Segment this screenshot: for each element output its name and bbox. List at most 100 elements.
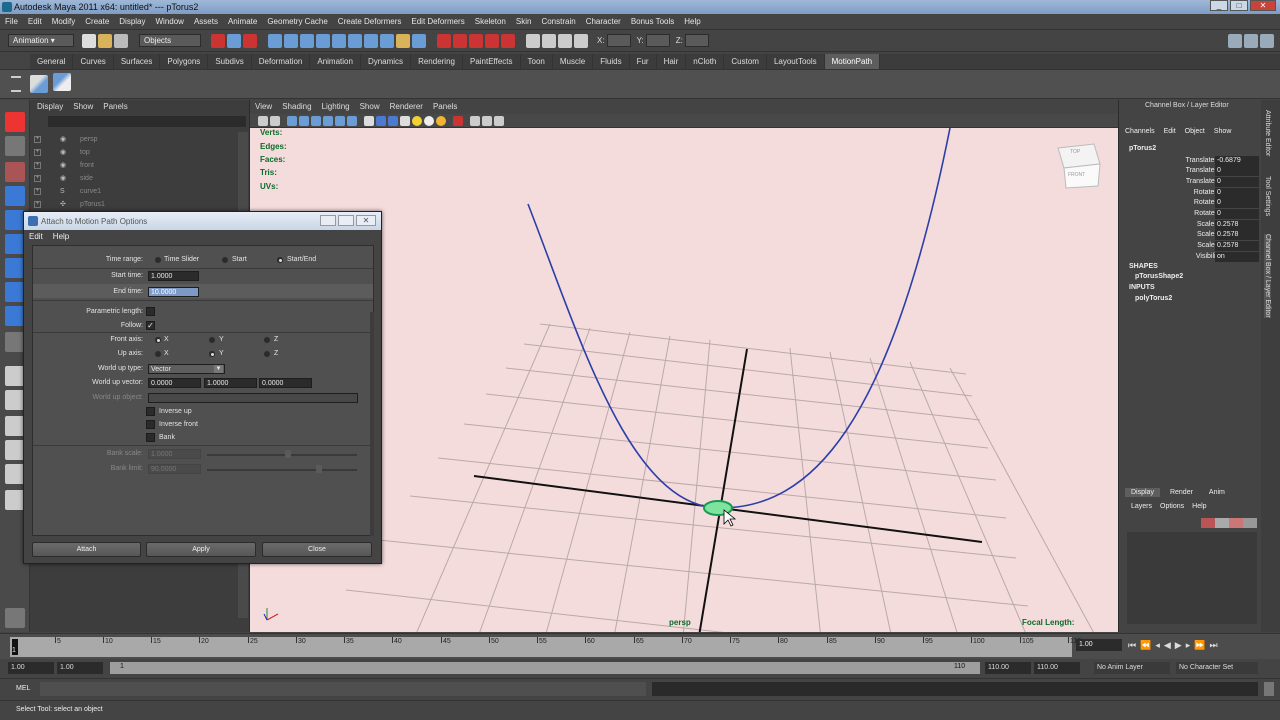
attr-translate-z-value[interactable]: 0 (1215, 177, 1259, 187)
shelf-tab-general[interactable]: General (30, 54, 74, 69)
shelf-tab-fluids[interactable]: Fluids (593, 54, 630, 69)
shelf-tab-toon[interactable]: Toon (521, 54, 553, 69)
outliner-item-curve1[interactable]: + Scurve1 (30, 185, 240, 198)
layout-hypershade-icon[interactable] (5, 464, 25, 484)
shelf-tab-layouttools[interactable]: LayoutTools (767, 54, 825, 69)
render-settings-icon[interactable] (574, 33, 588, 48)
soft-mod-tool-icon[interactable] (5, 282, 25, 302)
layer-list[interactable] (1127, 532, 1257, 624)
mask-misc-icon[interactable] (380, 33, 394, 48)
layers-menu[interactable]: Layers (1131, 503, 1152, 510)
select-object-icon[interactable] (227, 33, 241, 48)
outliner-menu-show[interactable]: Show (68, 100, 98, 114)
bank-limit-field[interactable]: 90.0000 (148, 464, 201, 474)
follow-checkbox[interactable]: ✓ (146, 321, 155, 330)
front-axis-z-radio[interactable] (264, 337, 270, 343)
show-manipulator-icon[interactable] (5, 306, 25, 326)
step-back-frame-icon[interactable]: ◂ (1155, 640, 1160, 651)
snap-grid-icon[interactable] (437, 33, 451, 48)
bank-scale-slider-handle[interactable] (285, 450, 291, 458)
menu-skin[interactable]: Skin (511, 14, 537, 30)
view-cube-top-label[interactable]: TOP (1070, 149, 1080, 155)
dialog-menu-help[interactable]: Help (48, 230, 74, 244)
shelf-tab-motionpath[interactable]: MotionPath (824, 54, 881, 69)
current-time-marker[interactable]: 1 (12, 639, 18, 655)
outliner-item-persp[interactable]: + ◉ persp (30, 133, 240, 146)
inverse-front-checkbox[interactable] (146, 420, 155, 429)
mask-handles-icon[interactable] (268, 33, 282, 48)
end-time-field[interactable]: 10.0000 (148, 287, 199, 297)
dialog-maximize-button[interactable] (338, 215, 354, 226)
mask-deformations-icon[interactable] (332, 33, 346, 48)
outliner-filter-field[interactable] (48, 116, 246, 127)
close-window-button[interactable]: ✕ (1250, 0, 1276, 11)
layout-persp-graph-hypergraph-icon[interactable] (5, 490, 25, 510)
outliner-menu-panels[interactable]: Panels (98, 100, 132, 114)
mask-joints-icon[interactable] (284, 33, 298, 48)
bank-checkbox[interactable] (146, 433, 155, 442)
range-slider[interactable]: 1 110 (110, 662, 980, 674)
attr-scale-y-value[interactable]: 0.2578 (1215, 230, 1259, 240)
outliner-item-front[interactable]: + ◉ front (30, 159, 240, 172)
up-axis-y-radio[interactable] (209, 351, 215, 357)
step-forward-key-icon[interactable]: ⏩ (1194, 640, 1205, 651)
script-editor-button[interactable] (1264, 682, 1274, 696)
attr-translate-z-label[interactable]: Translate Z (1129, 178, 1221, 185)
menu-edit-deformers[interactable]: Edit Deformers (406, 14, 469, 30)
shelf-tab-dynamics[interactable]: Dynamics (361, 54, 412, 69)
xray-icon[interactable] (470, 115, 480, 126)
toggle-attribute-editor-icon[interactable] (1228, 33, 1242, 48)
attr-translate-y-label[interactable]: Translate Y (1129, 167, 1221, 174)
time-slider[interactable]: 1 5 10 15 20 25 30 35 40 45 50 55 60 65 70 75 80 85 90 95 1… (10, 637, 1081, 657)
layer-tab-render[interactable]: Render (1160, 488, 1203, 497)
layers-help-menu[interactable]: Help (1192, 503, 1206, 510)
attr-rotate-z-label[interactable]: Rotate Z (1129, 210, 1221, 217)
expand-icon[interactable]: + (34, 201, 41, 208)
paint-select-tool-icon[interactable] (5, 162, 25, 182)
menu-help[interactable]: Help (679, 14, 705, 30)
anim-layer-dropdown[interactable]: No Anim Layer (1094, 662, 1170, 674)
anim-end-field[interactable]: 110.00 (1034, 662, 1080, 674)
toggle-tool-settings-icon[interactable] (1244, 33, 1258, 48)
viewport-menu-show[interactable]: Show (355, 100, 385, 114)
shelf-tab-fur[interactable]: Fur (630, 54, 657, 69)
expand-icon[interactable]: + (34, 175, 41, 182)
wireframe-on-shaded-icon[interactable] (388, 115, 398, 126)
rotate-tool-icon[interactable] (5, 210, 25, 230)
layers-options-menu[interactable]: Options (1160, 503, 1184, 510)
select-component-icon[interactable] (243, 33, 257, 48)
ipr-render-icon[interactable] (558, 33, 572, 48)
menu-edit[interactable]: Edit (23, 14, 47, 30)
attribute-editor-tab[interactable]: Attribute Editor (1264, 110, 1271, 156)
command-input[interactable] (40, 682, 646, 696)
channels-menu[interactable]: Channels (1125, 128, 1155, 135)
outliner-item-ptorus1[interactable]: + ✣ pTorus1 (30, 198, 240, 211)
shelf-tab-animation[interactable]: Animation (310, 54, 361, 69)
menu-display[interactable]: Display (114, 14, 150, 30)
shelf-options-icon[interactable] (11, 76, 21, 92)
attr-scale-x-value[interactable]: 0.2578 (1215, 220, 1259, 230)
up-axis-x-radio[interactable] (155, 351, 161, 357)
current-time-field[interactable]: 1.00 (1076, 639, 1122, 651)
world-up-vector-y-field[interactable]: 1.0000 (204, 378, 257, 388)
maximize-button[interactable]: □ (1230, 0, 1248, 11)
inverse-up-checkbox[interactable] (146, 407, 155, 416)
layout-single-icon[interactable] (5, 366, 25, 386)
layout-four-icon[interactable] (5, 390, 25, 410)
menu-create-deformers[interactable]: Create Deformers (333, 14, 407, 30)
outliner-item-side[interactable]: + ◉ side (30, 172, 240, 185)
tool-settings-tab[interactable]: Tool Settings (1264, 176, 1271, 216)
viewport-menu-lighting[interactable]: Lighting (317, 100, 355, 114)
script-editor-icon[interactable] (5, 608, 25, 628)
layer-tab-anim[interactable]: Anim (1203, 488, 1231, 497)
isolate-select-icon[interactable] (453, 115, 463, 126)
menu-window[interactable]: Window (151, 14, 189, 30)
shelf-tab-deformation[interactable]: Deformation (252, 54, 311, 69)
viewport-menu-shading[interactable]: Shading (277, 100, 316, 114)
shelf-tab-custom[interactable]: Custom (724, 54, 767, 69)
play-forwards-icon[interactable]: ▶ (1175, 640, 1182, 651)
shelf-tab-hair[interactable]: Hair (657, 54, 687, 69)
attr-rotate-x-value[interactable]: 0 (1215, 188, 1259, 198)
mask-surfaces-icon[interactable] (316, 33, 330, 48)
textured-icon[interactable] (400, 115, 410, 126)
